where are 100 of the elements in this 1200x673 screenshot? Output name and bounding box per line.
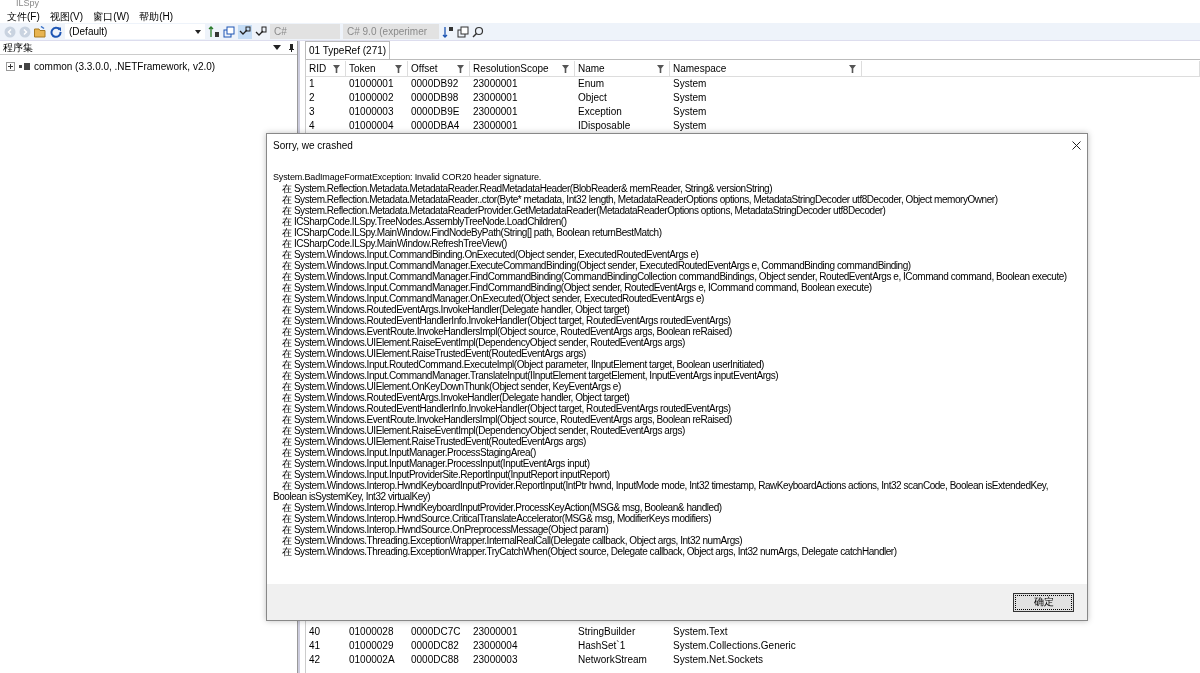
stack-trace-line: 在 System.Windows.Input.InputManager.ProcessInput(InputEventArgs input) (281, 458, 590, 469)
windows-icon[interactable] (457, 25, 469, 38)
table-cell-text: System.Net.Sockets (672, 653, 765, 667)
table-cell-text: 42 (308, 653, 322, 667)
stack-trace-line: 在 ICSharpCode.ILSpy.MainWindow.RefreshTreeView() (281, 238, 507, 249)
stack-trace-line: 在 System.Windows.RoutedEventArgs.InvokeHandler(Delegate handler, Object target) (281, 392, 630, 403)
table-cell-text: System (672, 105, 708, 119)
table-cell-text: 01000004 (348, 119, 395, 133)
stack-trace-line: 在 ICSharpCode.ILSpy.TreeNodes.AssemblyTreeNode.LoadChildren() (281, 216, 567, 227)
table-cell-text: System (672, 119, 708, 133)
stack-trace-line: 在 System.Reflection.Metadata.MetadataReader..ctor(Byte* metadata, Int32 length, MetadataReaderOptions options, MetadataStringDecoder utf8Decoder, Object memoryOwner) (281, 194, 999, 205)
stack-trace-line: 在 System.Windows.Input.InputProviderSite.ReportInput(InputReport inputReport) (281, 469, 611, 480)
tree-item[interactable]: common (3.3.0.0, .NETFramework, v2.0) (34, 59, 216, 74)
table-cell-text: 01000028 (348, 625, 395, 639)
table-cell-text: 0000DB92 (410, 77, 460, 91)
menu-item[interactable]: 文件(F) (2, 8, 45, 24)
menu-item[interactable]: 帮助(H) (134, 8, 179, 24)
table-cell-text: 0000DB9E (410, 105, 461, 119)
stack-trace-line: 在 System.Windows.UIElement.OnKeyDownThunk(Object sender, KeyEventArgs e) (281, 381, 621, 392)
pin-icon[interactable] (289, 43, 294, 52)
assembly-list-dropdown[interactable]: (Default) (65, 24, 205, 39)
table-cell-text: 2 (308, 91, 316, 105)
menu-item[interactable]: 窗口(W) (88, 8, 135, 24)
column-header[interactable]: RID (306, 61, 346, 76)
column-header[interactable]: Offset (408, 61, 470, 76)
close-icon[interactable] (1072, 140, 1081, 150)
table-cell-text: 0100002A (348, 653, 396, 667)
table-cell-text: Enum (577, 77, 606, 91)
stack-trace-line: 在 ICSharpCode.ILSpy.MainWindow.FindNodeByPath(String[] path, Boolean returnBestMatch) (281, 227, 663, 238)
table-cell-text: IDisposable (577, 119, 632, 133)
stack-trace-line: 在 System.Windows.Threading.ExceptionWrapper.InternalRealCall(Delegate callback, Object args, Int32 numArgs) (281, 535, 743, 546)
table-cell-text: StringBuilder (577, 625, 637, 639)
stack-trace-line: 在 System.Windows.RoutedEventArgs.InvokeHandler(Delegate handler, Object target) (281, 304, 630, 315)
stack-trace-line: 在 System.Windows.RoutedEventHandlerInfo.InvokeHandler(Object target, RoutedEventArgs routedEventArgs) (281, 315, 731, 326)
table-cell-text: Exception (577, 105, 623, 119)
stack-trace-line: 在 System.Reflection.Metadata.MetadataReader.ReadMetadataHeader(BlobReader& memReader, String& versionString) (281, 183, 772, 194)
table-cell-text: 23000001 (472, 105, 519, 119)
stack-trace-line: 在 System.Windows.EventRoute.InvokeHandlersImpl(Object source, RoutedEventArgs args, Boolean reRaised) (281, 414, 733, 425)
table-cell-text: 4 (308, 119, 316, 133)
stack-trace-line: 在 System.Windows.Interop.HwndKeyboardInputProvider.ReportInput(IntPtr hwnd, InputMode mode, Int32 timestamp, RawKeyboardActions actions, Int32 scanCode, Boolean isExtendedKey, Boolean isSystemKey, Int32 virtualKey) (273, 480, 1049, 502)
sort-icon[interactable] (208, 25, 220, 38)
table-cell-text: System.Collections.Generic (672, 639, 797, 653)
assembly-icon (19, 63, 30, 70)
table-cell-text: 01000003 (348, 105, 395, 119)
caret-icon (195, 29, 201, 34)
table-cell-text: 3 (308, 105, 316, 119)
table-cell-text: 01000001 (348, 77, 395, 91)
refresh-icon[interactable] (50, 25, 62, 38)
table-cell-text: 41 (308, 639, 322, 653)
table-cell-text: 0000DC82 (410, 639, 460, 653)
stack-trace-line: 在 System.Windows.Input.CommandManager.ExecuteCommandBinding(Object sender, ExecutedRoutedEventArgs e, CommandBinding commandBinding) (281, 260, 911, 271)
stack-trace-line: 在 System.Windows.UIElement.RaiseTrustedEvent(RoutedEventArgs args) (281, 348, 586, 359)
stack-trace-line: 在 System.Windows.UIElement.RaiseTrustedEvent(RoutedEventArgs args) (281, 436, 587, 447)
table-cell-text: 1 (308, 77, 316, 91)
ok-button[interactable]: 确定 (1013, 592, 1074, 612)
column-header[interactable]: Name (575, 61, 670, 76)
exception-message: System.BadImageFormatException: Invalid COR20 header signature. (273, 172, 543, 183)
expand-icon[interactable] (6, 62, 15, 71)
table-cell-text: 23000003 (472, 653, 519, 667)
table-cell-text: 01000029 (348, 639, 395, 653)
column-header[interactable]: Namespace (670, 61, 862, 76)
table-cell-text: 23000001 (472, 119, 519, 133)
stack-trace-line: 在 System.Windows.Input.CommandManager.FindCommandBinding(CommandBindingCollection commandBindings, Object sender, RoutedEventArgs e, ICommand command, Boolean execute) (281, 271, 1068, 282)
panel-title: 程序集 (3, 41, 33, 55)
stack-trace-line: 在 System.Windows.Input.InputManager.ProcessStagingArea() (281, 447, 536, 458)
stack-trace-line: 在 System.Windows.Threading.ExceptionWrapper.TryCatchWhen(Object source, Delegate callback, Object args, Int32 numArgs, Delegate catchHandler) (281, 546, 898, 557)
table-cell-text: 23000001 (472, 91, 519, 105)
stack-trace-line: 在 System.Windows.Input.CommandBinding.OnExecuted(Object sender, ExecutedRoutedEventArgs e) (281, 249, 699, 260)
search-icon[interactable] (472, 25, 484, 38)
table-cell-text: 23000001 (472, 625, 519, 639)
table-cell-text: 01000002 (348, 91, 395, 105)
column-header[interactable]: ResolutionScope (470, 61, 575, 76)
stack-trace-line: 在 System.Windows.RoutedEventHandlerInfo.InvokeHandler(Object target, RoutedEventArgs routedEventArgs) (281, 403, 731, 414)
sort-down-icon[interactable] (442, 25, 454, 38)
table-cell-text: HashSet`1 (577, 639, 627, 653)
stack-trace-line: 在 System.Windows.Input.RoutedCommand.ExecuteImpl(Object parameter, IInputElement target, Boolean userInitiated) (281, 359, 764, 370)
stack-trace-line: 在 System.Windows.EventRoute.InvokeHandlersImpl(Object source, RoutedEventArgs args, Boolean reRaised) (281, 326, 733, 337)
column-header[interactable]: Token (346, 61, 408, 76)
document-tab[interactable]: 01 TypeRef (271) (305, 41, 391, 59)
stack-trace-line: 在 System.Windows.Interop.HwndSource.CriticalTranslateAccelerator(MSG& msg, ModifierKeys modifiers) (281, 513, 711, 524)
table-cell-text: 0000DBA4 (410, 119, 461, 133)
table-cell-text: NetworkStream (577, 653, 648, 667)
stack-trace-line: 在 System.Windows.Interop.HwndSource.OnPreprocessMessage(Object param) (281, 524, 609, 535)
table-cell-text: 23000004 (472, 639, 519, 653)
windows-icon[interactable] (223, 25, 235, 38)
dialog-title: Sorry, we crashed (273, 138, 353, 153)
folder-icon[interactable] (34, 25, 47, 38)
menu-item[interactable]: 视图(V) (44, 8, 89, 24)
table-cell-text: System.Text (672, 625, 729, 639)
table-cell-text: Object (577, 91, 608, 105)
table-cell-text: 40 (308, 625, 322, 639)
stack-trace-line: 在 System.Windows.Input.CommandManager.OnExecuted(Object sender, ExecutedRoutedEventArgs e) (281, 293, 705, 304)
table-cell-text: 23000001 (472, 77, 519, 91)
stack-trace-line: 在 System.Windows.UIElement.RaiseEventImpl(DependencyObject sender, RoutedEventArgs args) (281, 425, 686, 436)
stack-trace-line: 在 System.Windows.Interop.HwndKeyboardInputProvider.ProcessKeyAction(MSG& msg, Boolean& handled) (281, 502, 723, 513)
stack-trace-line: 在 System.Windows.UIElement.RaiseEventImpl(DependencyObject sender, RoutedEventArgs args) (281, 337, 686, 348)
table-cell-text: System (672, 77, 708, 91)
dropdown-icon[interactable] (273, 45, 281, 50)
stack-trace-line: 在 System.Windows.Input.CommandManager.TranslateInput(IInputElement targetElement, InputEventArgs inputEventArgs) (281, 370, 780, 381)
table-cell-text: 0000DC7C (410, 625, 462, 639)
